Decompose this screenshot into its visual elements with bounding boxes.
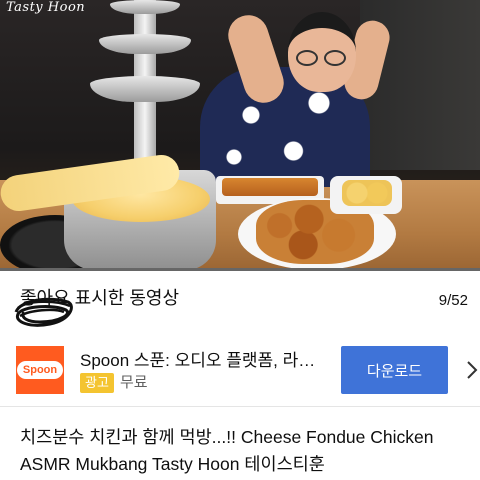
playlist-header[interactable]: 좋아요 표시한 동영상 9/52 bbox=[0, 272, 480, 332]
video-progress-bar[interactable] bbox=[0, 268, 480, 271]
cheese-balls bbox=[342, 180, 392, 206]
video-player[interactable]: Tasty Hoon bbox=[0, 0, 480, 270]
scribble-redaction bbox=[14, 297, 73, 327]
video-host bbox=[200, 10, 394, 187]
fries bbox=[222, 178, 318, 196]
chevron-right-icon[interactable] bbox=[464, 358, 480, 382]
ad-title[interactable]: Spoon 스푼: 오디오 플랫폼, 라이브 방송 bbox=[80, 346, 330, 371]
ad-card[interactable]: Spoon Spoon 스푼: 오디오 플랫폼, 라이브 방송 광고 무료 다운… bbox=[0, 334, 480, 406]
channel-watermark: Tasty Hoon bbox=[6, 0, 86, 15]
divider bbox=[0, 406, 480, 407]
ad-price: 무료 bbox=[120, 374, 148, 391]
host-glasses bbox=[296, 50, 348, 66]
download-button[interactable]: 다운로드 bbox=[341, 346, 448, 394]
spoon-logo-text: Spoon bbox=[16, 361, 64, 379]
playlist-position: 9/52 bbox=[438, 292, 468, 309]
video-title[interactable]: 치즈분수 치킨과 함께 먹방...!! Cheese Fondue Chicke… bbox=[20, 424, 460, 478]
spoon-logo: Spoon bbox=[16, 346, 64, 394]
ad-badge: 광고 bbox=[80, 373, 114, 393]
